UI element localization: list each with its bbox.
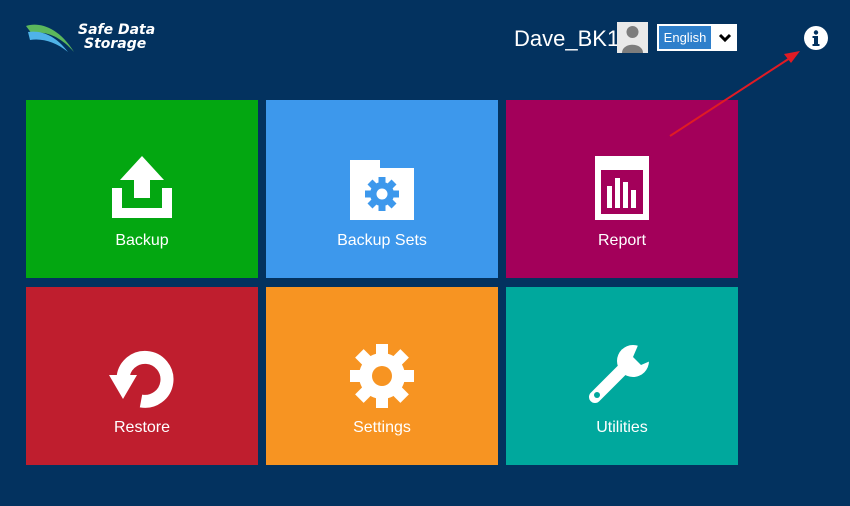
wrench-icon	[589, 343, 655, 403]
bar-chart-icon	[595, 156, 649, 220]
tile-utilities[interactable]: Utilities	[506, 287, 738, 465]
tile-restore[interactable]: Restore	[26, 287, 258, 465]
user-silhouette-icon	[622, 26, 643, 53]
language-select[interactable]: English	[657, 24, 737, 51]
swoosh-logo-icon	[26, 24, 74, 52]
tile-settings-label: Settings	[353, 419, 411, 436]
gear-icon	[350, 344, 414, 408]
chevron-down-icon	[718, 33, 732, 43]
info-icon	[804, 26, 828, 50]
brand-name-line1: Safe Data	[78, 22, 156, 38]
tile-report[interactable]: Report	[506, 100, 738, 278]
brand-logo: Safe Data Storage	[24, 20, 164, 56]
tile-backup-sets[interactable]: Backup Sets	[266, 100, 498, 278]
tile-backup-sets-label: Backup Sets	[337, 232, 427, 249]
tile-report-label: Report	[597, 232, 647, 249]
tile-backup[interactable]: Backup	[26, 100, 258, 278]
tile-utilities-label: Utilities	[596, 419, 648, 436]
restore-icon	[109, 350, 174, 408]
info-button[interactable]	[803, 25, 829, 51]
upload-icon	[112, 156, 172, 218]
language-selected-value: English	[659, 26, 711, 49]
avatar[interactable]	[617, 22, 648, 53]
brand-name-line2: Storage	[84, 36, 147, 52]
tile-backup-label: Backup	[115, 232, 169, 249]
username-label: Dave_BK1	[514, 26, 620, 51]
tile-settings[interactable]: Settings	[266, 287, 498, 465]
tile-restore-label: Restore	[113, 419, 171, 436]
folder-gear-icon	[350, 160, 414, 220]
